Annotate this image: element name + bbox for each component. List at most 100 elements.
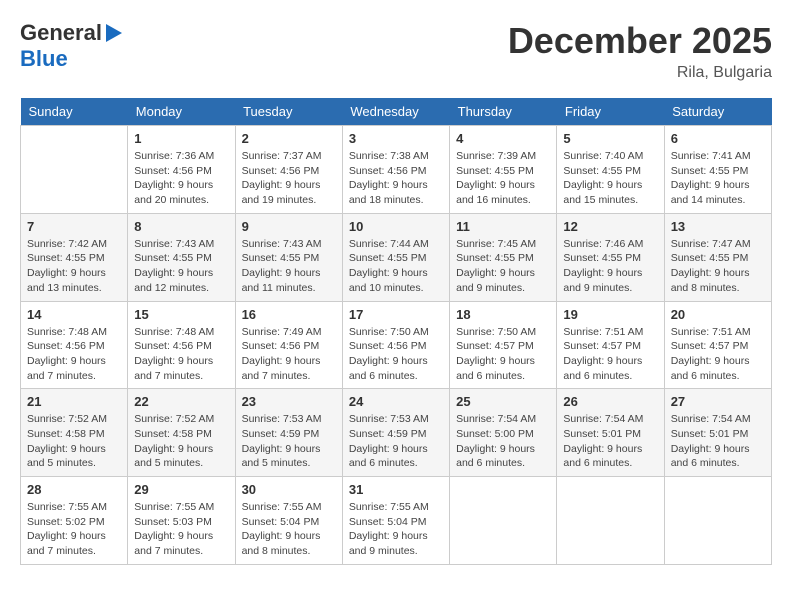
day-info: Sunrise: 7:54 AM Sunset: 5:01 PM Dayligh… <box>671 412 765 471</box>
day-info: Sunrise: 7:55 AM Sunset: 5:04 PM Dayligh… <box>242 500 336 559</box>
day-info: Sunrise: 7:43 AM Sunset: 4:55 PM Dayligh… <box>134 237 228 296</box>
day-info: Sunrise: 7:39 AM Sunset: 4:55 PM Dayligh… <box>456 149 550 208</box>
calendar-cell <box>664 477 771 565</box>
day-info: Sunrise: 7:55 AM Sunset: 5:03 PM Dayligh… <box>134 500 228 559</box>
day-number: 23 <box>242 394 336 409</box>
day-header-wednesday: Wednesday <box>342 98 449 126</box>
day-number: 11 <box>456 219 550 234</box>
day-header-tuesday: Tuesday <box>235 98 342 126</box>
calendar-cell: 29 Sunrise: 7:55 AM Sunset: 5:03 PM Dayli… <box>128 477 235 565</box>
calendar-cell: 17Sunrise: 7:50 AM Sunset: 4:56 PM Dayli… <box>342 301 449 389</box>
day-number: 2 <box>242 131 336 146</box>
calendar-cell: 25 Sunrise: 7:54 AM Sunset: 5:00 PM Dayli… <box>450 389 557 477</box>
day-info: Sunrise: 7:50 AM Sunset: 4:57 PM Dayligh… <box>456 325 550 384</box>
calendar-cell: 20 Sunrise: 7:51 AM Sunset: 4:57 PM Dayli… <box>664 301 771 389</box>
logo-arrow-icon <box>106 24 124 42</box>
title-area: December 2025 Rila, Bulgaria <box>508 20 772 82</box>
day-number: 20 <box>671 307 765 322</box>
day-info: Sunrise: 7:51 AM Sunset: 4:57 PM Dayligh… <box>671 325 765 384</box>
day-info: Sunrise: 7:42 AM Sunset: 4:55 PM Dayligh… <box>27 237 121 296</box>
day-number: 31 <box>349 482 443 497</box>
calendar-cell: 21 Sunrise: 7:52 AM Sunset: 4:58 PM Dayli… <box>21 389 128 477</box>
location-subtitle: Rila, Bulgaria <box>508 64 772 82</box>
week-row-2: 7 Sunrise: 7:42 AM Sunset: 4:55 PM Daylig… <box>21 213 772 301</box>
day-info: Sunrise: 7:53 AM Sunset: 4:59 PM Dayligh… <box>242 412 336 471</box>
day-number: 4 <box>456 131 550 146</box>
day-info: Sunrise: 7:50 AM Sunset: 4:56 PM Dayligh… <box>349 325 443 384</box>
calendar-cell <box>450 477 557 565</box>
day-number: 1 <box>134 131 228 146</box>
day-header-sunday: Sunday <box>21 98 128 126</box>
day-number: 12 <box>563 219 657 234</box>
day-info: Sunrise: 7:44 AM Sunset: 4:55 PM Dayligh… <box>349 237 443 296</box>
logo: General Blue <box>20 20 124 72</box>
calendar-cell <box>21 126 128 214</box>
week-row-1: 1 Sunrise: 7:36 AM Sunset: 4:56 PM Daylig… <box>21 126 772 214</box>
day-info: Sunrise: 7:41 AM Sunset: 4:55 PM Dayligh… <box>671 149 765 208</box>
day-number: 14 <box>27 307 121 322</box>
day-number: 3 <box>349 131 443 146</box>
day-number: 21 <box>27 394 121 409</box>
calendar-cell: 1 Sunrise: 7:36 AM Sunset: 4:56 PM Daylig… <box>128 126 235 214</box>
day-info: Sunrise: 7:48 AM Sunset: 4:56 PM Dayligh… <box>27 325 121 384</box>
calendar-cell: 9 Sunrise: 7:43 AM Sunset: 4:55 PM Daylig… <box>235 213 342 301</box>
day-header-monday: Monday <box>128 98 235 126</box>
day-info: Sunrise: 7:48 AM Sunset: 4:56 PM Dayligh… <box>134 325 228 384</box>
week-row-4: 21 Sunrise: 7:52 AM Sunset: 4:58 PM Dayli… <box>21 389 772 477</box>
day-info: Sunrise: 7:46 AM Sunset: 4:55 PM Dayligh… <box>563 237 657 296</box>
calendar-cell: 7 Sunrise: 7:42 AM Sunset: 4:55 PM Daylig… <box>21 213 128 301</box>
day-info: Sunrise: 7:36 AM Sunset: 4:56 PM Dayligh… <box>134 149 228 208</box>
day-header-friday: Friday <box>557 98 664 126</box>
calendar-cell: 14 Sunrise: 7:48 AM Sunset: 4:56 PM Dayli… <box>21 301 128 389</box>
day-info: Sunrise: 7:55 AM Sunset: 5:02 PM Dayligh… <box>27 500 121 559</box>
day-number: 15 <box>134 307 228 322</box>
day-number: 7 <box>27 219 121 234</box>
calendar-cell: 31 Sunrise: 7:55 AM Sunset: 5:04 PM Dayli… <box>342 477 449 565</box>
calendar-cell: 27Sunrise: 7:54 AM Sunset: 5:01 PM Dayli… <box>664 389 771 477</box>
day-info: Sunrise: 7:51 AM Sunset: 4:57 PM Dayligh… <box>563 325 657 384</box>
day-info: Sunrise: 7:53 AM Sunset: 4:59 PM Dayligh… <box>349 412 443 471</box>
days-header-row: SundayMondayTuesdayWednesdayThursdayFrid… <box>21 98 772 126</box>
day-info: Sunrise: 7:52 AM Sunset: 4:58 PM Dayligh… <box>27 412 121 471</box>
day-number: 25 <box>456 394 550 409</box>
day-number: 30 <box>242 482 336 497</box>
calendar-cell: 18 Sunrise: 7:50 AM Sunset: 4:57 PM Dayli… <box>450 301 557 389</box>
day-info: Sunrise: 7:40 AM Sunset: 4:55 PM Dayligh… <box>563 149 657 208</box>
calendar-cell: 26 Sunrise: 7:54 AM Sunset: 5:01 PM Dayli… <box>557 389 664 477</box>
calendar-cell: 8 Sunrise: 7:43 AM Sunset: 4:55 PM Daylig… <box>128 213 235 301</box>
calendar-cell: 13Sunrise: 7:47 AM Sunset: 4:55 PM Dayli… <box>664 213 771 301</box>
day-info: Sunrise: 7:43 AM Sunset: 4:55 PM Dayligh… <box>242 237 336 296</box>
calendar-cell: 15 Sunrise: 7:48 AM Sunset: 4:56 PM Dayli… <box>128 301 235 389</box>
day-number: 26 <box>563 394 657 409</box>
calendar-cell: 30 Sunrise: 7:55 AM Sunset: 5:04 PM Dayli… <box>235 477 342 565</box>
month-year-title: December 2025 <box>508 20 772 62</box>
day-number: 13 <box>671 219 765 234</box>
calendar-cell: 3 Sunrise: 7:38 AM Sunset: 4:56 PM Daylig… <box>342 126 449 214</box>
calendar-cell: 19Sunrise: 7:51 AM Sunset: 4:57 PM Dayli… <box>557 301 664 389</box>
day-info: Sunrise: 7:45 AM Sunset: 4:55 PM Dayligh… <box>456 237 550 296</box>
day-number: 9 <box>242 219 336 234</box>
day-info: Sunrise: 7:54 AM Sunset: 5:00 PM Dayligh… <box>456 412 550 471</box>
calendar-cell: 2Sunrise: 7:37 AM Sunset: 4:56 PM Daylig… <box>235 126 342 214</box>
week-row-3: 14 Sunrise: 7:48 AM Sunset: 4:56 PM Dayli… <box>21 301 772 389</box>
day-number: 18 <box>456 307 550 322</box>
day-header-thursday: Thursday <box>450 98 557 126</box>
day-info: Sunrise: 7:38 AM Sunset: 4:56 PM Dayligh… <box>349 149 443 208</box>
day-number: 28 <box>27 482 121 497</box>
logo-general: General <box>20 20 102 46</box>
day-info: Sunrise: 7:54 AM Sunset: 5:01 PM Dayligh… <box>563 412 657 471</box>
day-number: 10 <box>349 219 443 234</box>
day-number: 5 <box>563 131 657 146</box>
day-number: 29 <box>134 482 228 497</box>
day-number: 24 <box>349 394 443 409</box>
calendar-cell: 23 Sunrise: 7:53 AM Sunset: 4:59 PM Dayli… <box>235 389 342 477</box>
calendar-cell: 22Sunrise: 7:52 AM Sunset: 4:58 PM Dayli… <box>128 389 235 477</box>
calendar-cell: 28 Sunrise: 7:55 AM Sunset: 5:02 PM Dayli… <box>21 477 128 565</box>
day-number: 16 <box>242 307 336 322</box>
calendar-cell <box>557 477 664 565</box>
day-info: Sunrise: 7:55 AM Sunset: 5:04 PM Dayligh… <box>349 500 443 559</box>
calendar-cell: 10 Sunrise: 7:44 AM Sunset: 4:55 PM Dayli… <box>342 213 449 301</box>
day-info: Sunrise: 7:49 AM Sunset: 4:56 PM Dayligh… <box>242 325 336 384</box>
day-info: Sunrise: 7:52 AM Sunset: 4:58 PM Dayligh… <box>134 412 228 471</box>
day-number: 8 <box>134 219 228 234</box>
